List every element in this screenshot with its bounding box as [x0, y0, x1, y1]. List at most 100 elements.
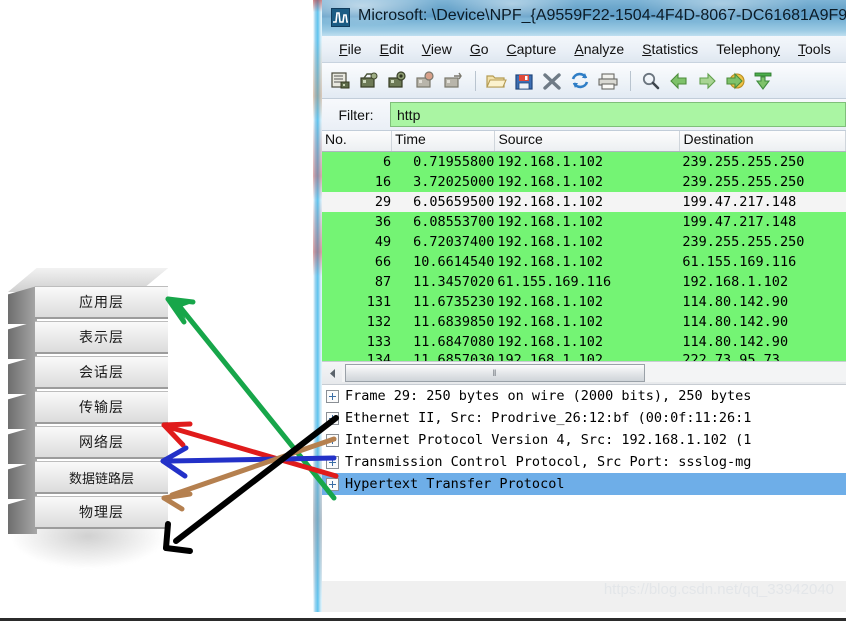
osi-layer-application: 应用层: [8, 286, 168, 324]
column-header-time[interactable]: Time: [392, 131, 496, 151]
table-row[interactable]: 49 6.72037400 192.168.1.102 239.255.255.…: [322, 232, 846, 252]
expand-icon[interactable]: [326, 389, 339, 403]
expand-icon[interactable]: [326, 455, 339, 469]
expand-icon[interactable]: [326, 411, 339, 425]
column-header-no[interactable]: No.: [322, 131, 393, 151]
cell-no: 36: [374, 214, 392, 230]
osi-layer-label: 会话层: [79, 365, 124, 381]
go-forward-icon[interactable]: [694, 68, 720, 94]
cell-destination: 239.255.255.250: [682, 154, 805, 170]
save-file-icon[interactable]: [511, 68, 537, 94]
table-row[interactable]: 131 11.6735230 192.168.1.102 114.80.142.…: [322, 292, 846, 312]
menu-item-edit[interactable]: Edit: [371, 39, 413, 59]
capture-options-icon[interactable]: [356, 68, 382, 94]
cell-destination: 192.168.1.102: [682, 274, 789, 290]
menu-item-go[interactable]: Go: [461, 39, 498, 59]
cell-time: 6.05659500: [413, 194, 495, 210]
stop-capture-icon[interactable]: [412, 68, 438, 94]
expand-icon[interactable]: [326, 477, 339, 491]
go-back-icon[interactable]: [666, 68, 692, 94]
cell-time: 11.3457020: [413, 274, 495, 290]
main-toolbar: [322, 63, 846, 99]
cell-source: 192.168.1.102: [497, 234, 604, 250]
menu-item-tools[interactable]: Tools: [789, 39, 840, 59]
layer-front-face: 会话层: [35, 356, 168, 389]
cell-destination: 222.73.95.73: [682, 352, 780, 361]
wireshark-waveform-icon: [331, 8, 350, 27]
osi-layer-network: 网络层: [8, 426, 168, 464]
table-row[interactable]: 29 6.05659500 192.168.1.102 199.47.217.1…: [322, 192, 846, 212]
detail-row-frame[interactable]: Frame 29: 250 bytes on wire (2000 bits),…: [322, 385, 846, 407]
scroll-left-arrow-icon[interactable]: [322, 363, 342, 383]
scrollbar-track[interactable]: ‖: [342, 364, 846, 382]
table-row[interactable]: 36 6.08553700 192.168.1.102 199.47.217.1…: [322, 212, 846, 232]
table-row[interactable]: 66 10.6614540 192.168.1.102 61.155.169.1…: [322, 252, 846, 272]
cell-time: 6.08553700: [413, 214, 495, 230]
osi-layer-presentation: 表示层: [8, 321, 168, 359]
toolbar-separator: [475, 70, 476, 91]
table-row[interactable]: 87 11.3457020 61.155.169.116 192.168.1.1…: [322, 272, 846, 292]
cell-time: 0.71955800: [413, 154, 495, 170]
go-to-packet-icon[interactable]: [722, 68, 748, 94]
cell-time: 11.6857030: [413, 352, 495, 361]
menu-item-statistics[interactable]: Statistics: [633, 39, 707, 59]
osi-layer-label: 物理层: [79, 505, 124, 521]
filter-label: Filter:: [338, 106, 374, 123]
cell-destination: 199.47.217.148: [682, 214, 797, 230]
close-file-icon[interactable]: [539, 68, 565, 94]
osi-layer-datalink: 数据链路层: [8, 461, 168, 499]
detail-row-ethernet[interactable]: Ethernet II, Src: Prodrive_26:12:bf (00:…: [322, 407, 846, 429]
menu-item-capture[interactable]: Capture: [498, 39, 566, 59]
menu-item-analyze[interactable]: Analyze: [565, 39, 633, 59]
table-row[interactable]: 133 11.6847080 192.168.1.102 114.80.142.…: [322, 332, 846, 352]
cell-destination: 114.80.142.90: [682, 294, 789, 310]
expand-icon[interactable]: [326, 433, 339, 447]
table-row[interactable]: 6 0.71955800 192.168.1.102 239.255.255.2…: [322, 152, 846, 172]
detail-row-label: Internet Protocol Version 4, Src: 192.16…: [345, 432, 752, 448]
find-packet-icon[interactable]: [638, 68, 664, 94]
menu-item-view[interactable]: View: [413, 39, 461, 59]
cell-time: 11.6847080: [413, 334, 495, 350]
packet-details-pane[interactable]: Frame 29: 250 bytes on wire (2000 bits),…: [322, 384, 846, 581]
column-header-source[interactable]: Source: [495, 131, 681, 151]
filter-input[interactable]: http: [390, 102, 846, 127]
cell-time: 3.72025000: [413, 174, 495, 190]
reload-icon[interactable]: [567, 68, 593, 94]
osi-layer-physical: 物理层: [8, 496, 168, 534]
menu-item-file[interactable]: FFileile: [330, 39, 371, 59]
layer-side-face: [8, 461, 37, 499]
menu-item-telephony[interactable]: Telephony: [707, 39, 789, 59]
layer-side-face: [8, 496, 37, 534]
cell-source: 192.168.1.102: [497, 334, 604, 350]
detail-row-ip[interactable]: Internet Protocol Version 4, Src: 192.16…: [322, 429, 846, 451]
packet-list-pane[interactable]: No. Time Source Destination 6 0.71955800…: [322, 131, 846, 384]
detail-row-http[interactable]: Hypertext Transfer Protocol: [322, 473, 846, 495]
table-row[interactable]: 134 11.6857030 192.168.1.102 222.73.95.7…: [322, 352, 846, 361]
start-capture-icon[interactable]: [384, 68, 410, 94]
layer-side-face: [8, 286, 37, 324]
layer-side-face: [8, 391, 37, 429]
detail-row-tcp[interactable]: Transmission Control Protocol, Src Port:…: [322, 451, 846, 473]
cell-source: 192.168.1.102: [497, 214, 604, 230]
scrollbar-thumb[interactable]: ‖: [345, 364, 645, 382]
cell-destination: 239.255.255.250: [682, 234, 805, 250]
open-file-icon[interactable]: [483, 68, 509, 94]
table-row[interactable]: 16 3.72025000 192.168.1.102 239.255.255.…: [322, 172, 846, 192]
restart-capture-icon[interactable]: [440, 68, 466, 94]
cell-no: 134: [366, 352, 392, 361]
table-row[interactable]: 132 11.6839850 192.168.1.102 114.80.142.…: [322, 312, 846, 332]
packet-list-horizontal-scrollbar[interactable]: ‖: [322, 361, 846, 384]
cell-no: 131: [366, 294, 392, 310]
print-icon[interactable]: [595, 68, 621, 94]
interfaces-icon[interactable]: [328, 68, 354, 94]
cell-source: 192.168.1.102: [497, 294, 604, 310]
window-title: Microsoft: \Device\NPF_{A9559F22-1504-4F…: [358, 7, 846, 24]
go-to-first-icon[interactable]: [750, 68, 776, 94]
layer-front-face: 表示层: [35, 321, 168, 354]
cell-no: 66: [374, 254, 392, 270]
detail-row-label: Transmission Control Protocol, Src Port:…: [345, 454, 752, 470]
cell-source: 61.155.169.116: [497, 274, 612, 290]
osi-layer-stack: 应用层 表示层 会话层 传输层 网络层 数据链路层 物理层: [8, 268, 168, 568]
column-header-destination[interactable]: Destination: [680, 131, 846, 151]
osi-layer-label: 表示层: [79, 330, 124, 346]
